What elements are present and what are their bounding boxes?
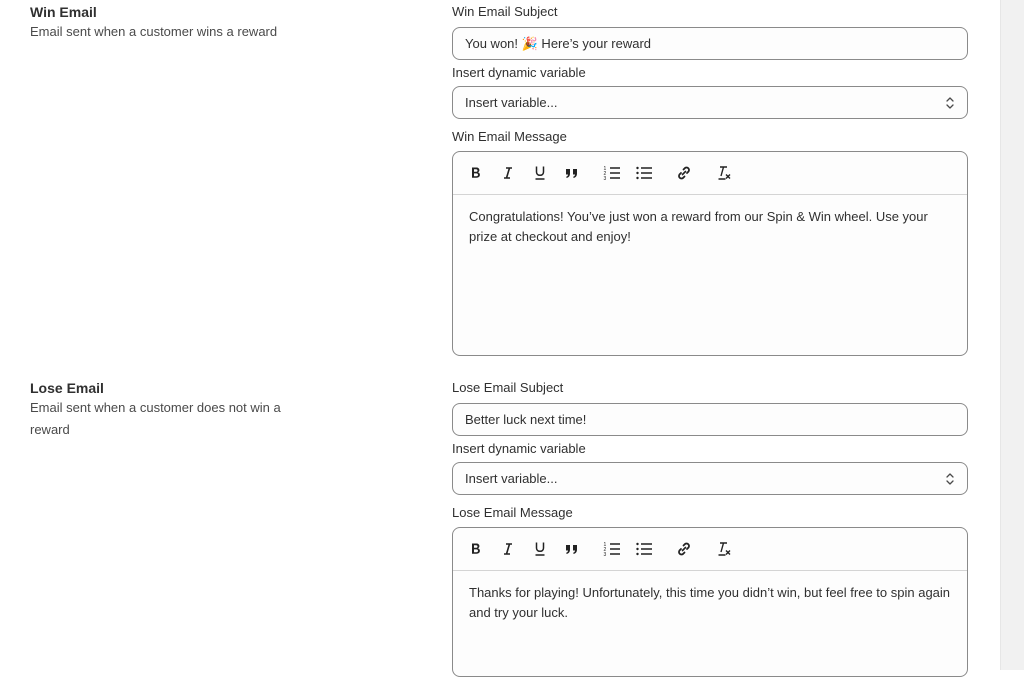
lose-variable-label: Insert dynamic variable (452, 441, 586, 456)
underline-icon[interactable] (527, 160, 553, 186)
win-message-label: Win Email Message (452, 129, 567, 144)
italic-icon[interactable] (495, 160, 521, 186)
lose-email-description: Email sent when a customer does not win … (30, 400, 281, 437)
scrollbar-track[interactable] (1000, 0, 1024, 670)
bullet-list-icon[interactable] (631, 536, 657, 562)
lose-subject-input[interactable]: Better luck next time! (452, 403, 968, 436)
win-variable-select[interactable]: Insert variable... (452, 86, 968, 119)
win-message-content[interactable]: Congratulations! You’ve just won a rewar… (453, 195, 967, 259)
win-message-text: Congratulations! You’ve just won a rewar… (469, 209, 928, 244)
select-chevron-icon (946, 97, 954, 109)
editor-toolbar: 123 (453, 152, 967, 195)
italic-icon[interactable] (495, 536, 521, 562)
win-email-title: Win Email (30, 4, 97, 20)
party-popper-icon: 🎉 (521, 36, 538, 51)
editor-toolbar: 123 (453, 528, 967, 571)
lose-message-label: Lose Email Message (452, 505, 573, 520)
select-chevron-icon (946, 473, 954, 485)
win-subject-suffix: Here’s your reward (537, 36, 652, 51)
win-subject-prefix: You won! (465, 36, 522, 51)
bullet-list-icon[interactable] (631, 160, 657, 186)
lose-message-editor[interactable]: 123 Thanks for playing! Unfortunately, t… (452, 527, 968, 677)
underline-icon[interactable] (527, 536, 553, 562)
clear-format-icon[interactable] (711, 536, 737, 562)
lose-email-title: Lose Email (30, 380, 104, 396)
svg-text:3: 3 (604, 552, 607, 557)
svg-text:3: 3 (604, 176, 607, 181)
win-subject-input[interactable]: You won! 🎉 Here’s your reward (452, 27, 968, 60)
lose-variable-value: Insert variable... (465, 471, 558, 486)
lose-variable-select[interactable]: Insert variable... (452, 462, 968, 495)
win-subject-label: Win Email Subject (452, 4, 558, 19)
link-icon[interactable] (671, 536, 697, 562)
quote-icon[interactable] (559, 160, 585, 186)
ordered-list-icon[interactable]: 123 (599, 160, 625, 186)
lose-email-description-block: Lose Email Email sent when a customer do… (30, 376, 315, 441)
lose-message-content[interactable]: Thanks for playing! Unfortunately, this … (453, 571, 967, 635)
lose-email-fields: Lose Email Subject Better luck next time… (452, 380, 968, 677)
win-email-fields: Win Email Subject You won! 🎉 Here’s your… (452, 4, 968, 356)
bold-icon[interactable] (463, 160, 489, 186)
win-variable-label: Insert dynamic variable (452, 65, 586, 80)
clear-format-icon[interactable] (711, 160, 737, 186)
ordered-list-icon[interactable]: 123 (599, 536, 625, 562)
lose-subject-label: Lose Email Subject (452, 380, 564, 395)
quote-icon[interactable] (559, 536, 585, 562)
link-icon[interactable] (671, 160, 697, 186)
lose-message-text: Thanks for playing! Unfortunately, this … (469, 585, 951, 620)
win-variable-value: Insert variable... (465, 95, 558, 110)
win-email-description: Email sent when a customer wins a reward (30, 24, 278, 39)
win-message-editor[interactable]: 123 Congratulations! You’ve just won a r… (452, 151, 968, 356)
bold-icon[interactable] (463, 536, 489, 562)
win-email-description-block: Win Email Email sent when a customer win… (30, 0, 315, 43)
